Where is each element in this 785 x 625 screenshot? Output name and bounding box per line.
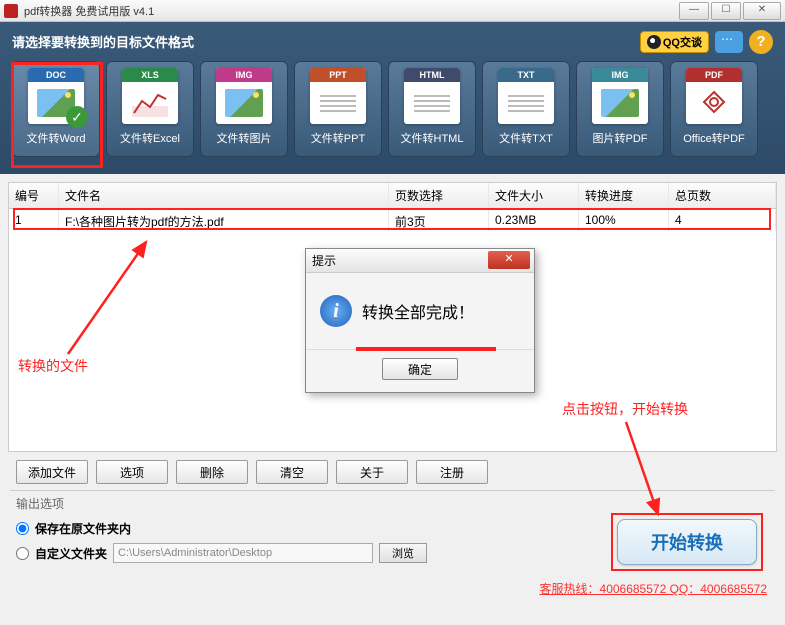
about-button[interactable]: 关于 — [336, 460, 408, 484]
radio-save-original[interactable] — [16, 522, 29, 535]
maximize-button[interactable]: ☐ — [711, 2, 741, 20]
format-文件转Word[interactable]: DOC✓文件转Word — [12, 61, 100, 157]
format-图片转PDF[interactable]: IMG图片转PDF — [576, 61, 664, 157]
table-row[interactable]: 1F:\各种图片转为pdf的方法.pdf前3页0.23MB100%4 — [9, 209, 776, 231]
annotation-underline — [356, 347, 496, 351]
qq-chat-button[interactable]: QQ交谈 — [640, 31, 709, 53]
format-Office转PDF[interactable]: PDFOffice转PDF — [670, 61, 758, 157]
window-titlebar: pdf转换器 免费试用版 v4.1 — ☐ ✕ — [0, 0, 785, 22]
browse-button[interactable]: 浏览 — [379, 543, 427, 563]
start-convert-button[interactable]: 开始转换 — [617, 519, 757, 565]
options-button[interactable]: 选项 — [96, 460, 168, 484]
format-文件转TXT[interactable]: TXT文件转TXT — [482, 61, 570, 157]
register-button[interactable]: 注册 — [416, 460, 488, 484]
annotation-start-label: 点击按钮，开始转换 — [562, 399, 688, 419]
message-icon[interactable] — [715, 31, 743, 53]
action-button-row: 添加文件 选项 删除 清空 关于 注册 — [0, 452, 785, 490]
format-文件转Excel[interactable]: XLS文件转Excel — [106, 61, 194, 157]
info-icon: i — [320, 295, 352, 327]
dialog-titlebar[interactable]: 提示 ✕ — [306, 249, 534, 273]
delete-button[interactable]: 删除 — [176, 460, 248, 484]
app-icon — [4, 4, 18, 18]
radio-custom-folder[interactable] — [16, 547, 29, 560]
hotline-link[interactable]: 客服热线：4006685572 QQ：4006685572 — [540, 580, 767, 597]
dialog-close-button[interactable]: ✕ — [488, 251, 530, 269]
output-path-input[interactable] — [113, 543, 373, 563]
dialog-ok-button[interactable]: 确定 — [382, 358, 458, 380]
format-文件转HTML[interactable]: HTML文件转HTML — [388, 61, 476, 157]
annotation-file-label: 转换的文件 — [18, 356, 88, 376]
format-toolbar: 请选择要转换到的目标文件格式 QQ交谈 ? DOC✓文件转WordXLS文件转E… — [0, 22, 785, 174]
message-dialog: 提示 ✕ i 转换全部完成！ 确定 — [305, 248, 535, 393]
format-文件转图片[interactable]: IMG文件转图片 — [200, 61, 288, 157]
minimize-button[interactable]: — — [679, 2, 709, 20]
close-button[interactable]: ✕ — [743, 2, 781, 20]
clear-button[interactable]: 清空 — [256, 460, 328, 484]
help-icon[interactable]: ? — [749, 30, 773, 54]
qq-icon — [647, 35, 661, 49]
dialog-message: 转换全部完成！ — [362, 299, 474, 323]
add-file-button[interactable]: 添加文件 — [16, 460, 88, 484]
output-title: 输出选项 — [16, 495, 769, 512]
table-header: 编号 文件名 页数选择 文件大小 转换进度 总页数 — [9, 183, 776, 209]
window-title: pdf转换器 免费试用版 v4.1 — [24, 3, 677, 19]
format-文件转PPT[interactable]: PPT文件转PPT — [294, 61, 382, 157]
